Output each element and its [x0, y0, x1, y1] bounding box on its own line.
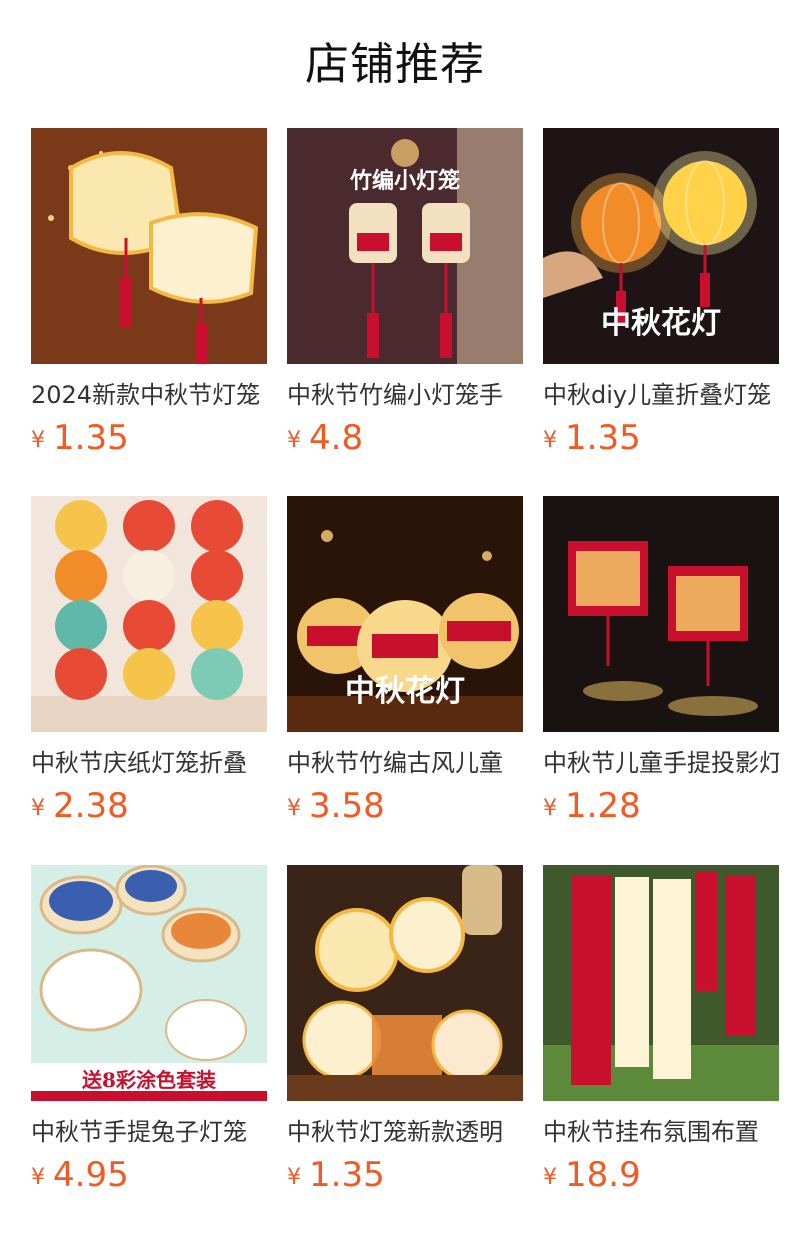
bamboo-lantern-image: 中秋花灯 — [287, 496, 523, 732]
product-image[interactable]: 中秋花灯 — [543, 128, 779, 364]
product-image[interactable] — [287, 865, 523, 1101]
product-name[interactable]: 2024新款中秋节灯笼 — [31, 378, 267, 412]
price-value: 4.8 — [309, 418, 364, 458]
product-image[interactable]: 送8彩涂色套装 — [31, 865, 267, 1101]
price-value: 2.38 — [53, 786, 129, 826]
currency-symbol: ¥ — [31, 796, 45, 821]
product-card[interactable]: 中秋花灯中秋节竹编古风儿童 ¥3.58 — [287, 496, 523, 836]
product-card[interactable]: 竹编小灯笼中秋节竹编小灯笼手 ¥4.8 — [287, 128, 523, 468]
product-name[interactable]: 中秋节竹编小灯笼手 — [287, 378, 523, 412]
product-image[interactable]: 中秋花灯 — [287, 496, 523, 732]
image-overlay-text: 中秋花灯 — [345, 674, 465, 709]
product-price: ¥4.8 — [287, 416, 363, 460]
product-card[interactable]: 中秋节灯笼新款透明 ¥1.35 — [287, 865, 523, 1205]
price-value: 18.9 — [565, 1155, 641, 1195]
price-value: 4.95 — [53, 1155, 129, 1195]
product-price: ¥1.35 — [31, 416, 129, 460]
product-card[interactable]: 中秋节挂布氛围布置 ¥18.9 — [543, 865, 779, 1205]
product-name[interactable]: 中秋节儿童手提投影灯 — [543, 746, 779, 780]
product-price: ¥1.35 — [287, 1153, 385, 1197]
product-price: ¥4.95 — [31, 1153, 129, 1197]
diy-painting-lantern-image: 送8彩涂色套装 — [31, 865, 267, 1101]
currency-symbol: ¥ — [543, 428, 557, 453]
projection-lantern-image — [543, 496, 779, 732]
price-value: 3.58 — [309, 786, 385, 826]
currency-symbol: ¥ — [31, 428, 45, 453]
product-price: ¥3.58 — [287, 784, 385, 828]
product-price: ¥1.35 — [543, 416, 641, 460]
product-name[interactable]: 中秋节竹编古风儿童 — [287, 746, 523, 780]
currency-symbol: ¥ — [31, 1165, 45, 1190]
product-image[interactable]: 竹编小灯笼 — [287, 128, 523, 364]
hanging-banner-image — [543, 865, 779, 1101]
product-card[interactable]: 2024新款中秋节灯笼 ¥1.35 — [31, 128, 267, 468]
product-name[interactable]: 中秋节手提兔子灯笼 — [31, 1115, 267, 1149]
product-price: ¥1.28 — [543, 784, 641, 828]
paper-lantern-image: 中秋花灯 — [543, 128, 779, 364]
product-name[interactable]: 中秋节挂布氛围布置 — [543, 1115, 779, 1149]
product-image[interactable] — [543, 496, 779, 732]
currency-symbol: ¥ — [287, 796, 301, 821]
product-name[interactable]: 中秋节灯笼新款透明 — [287, 1115, 523, 1149]
product-image[interactable] — [543, 865, 779, 1101]
product-price: ¥2.38 — [31, 784, 129, 828]
lion-lantern-image: 竹编小灯笼 — [287, 128, 523, 364]
product-card[interactable]: 送8彩涂色套装中秋节手提兔子灯笼 ¥4.95 — [31, 865, 267, 1205]
currency-symbol: ¥ — [543, 1165, 557, 1190]
product-name[interactable]: 中秋节庆纸灯笼折叠 — [31, 746, 267, 780]
page-title: 店铺推荐 — [305, 39, 485, 90]
product-image[interactable] — [31, 496, 267, 732]
price-value: 1.35 — [565, 418, 641, 458]
product-image[interactable] — [31, 128, 267, 364]
price-value: 1.35 — [309, 1155, 385, 1195]
rabbit-lantern-image — [31, 128, 267, 364]
product-card[interactable]: 中秋节庆纸灯笼折叠 ¥2.38 — [31, 496, 267, 836]
price-value: 1.35 — [53, 418, 129, 458]
image-overlay-text: 送8彩涂色套装 — [82, 1068, 216, 1092]
product-name[interactable]: 中秋diy儿童折叠灯笼 — [543, 378, 779, 412]
currency-symbol: ¥ — [543, 796, 557, 821]
currency-symbol: ¥ — [287, 428, 301, 453]
transparent-lantern-image — [287, 865, 523, 1101]
currency-symbol: ¥ — [287, 1165, 301, 1190]
product-card[interactable]: 中秋花灯中秋diy儿童折叠灯笼 ¥1.35 — [543, 128, 779, 468]
image-overlay-text: 竹编小灯笼 — [349, 168, 460, 194]
price-value: 1.28 — [565, 786, 641, 826]
paper-lantern-wall-image — [31, 496, 267, 732]
product-card[interactable]: 中秋节儿童手提投影灯 ¥1.28 — [543, 496, 779, 836]
image-overlay-text: 中秋花灯 — [601, 306, 721, 341]
product-price: ¥18.9 — [543, 1153, 641, 1197]
